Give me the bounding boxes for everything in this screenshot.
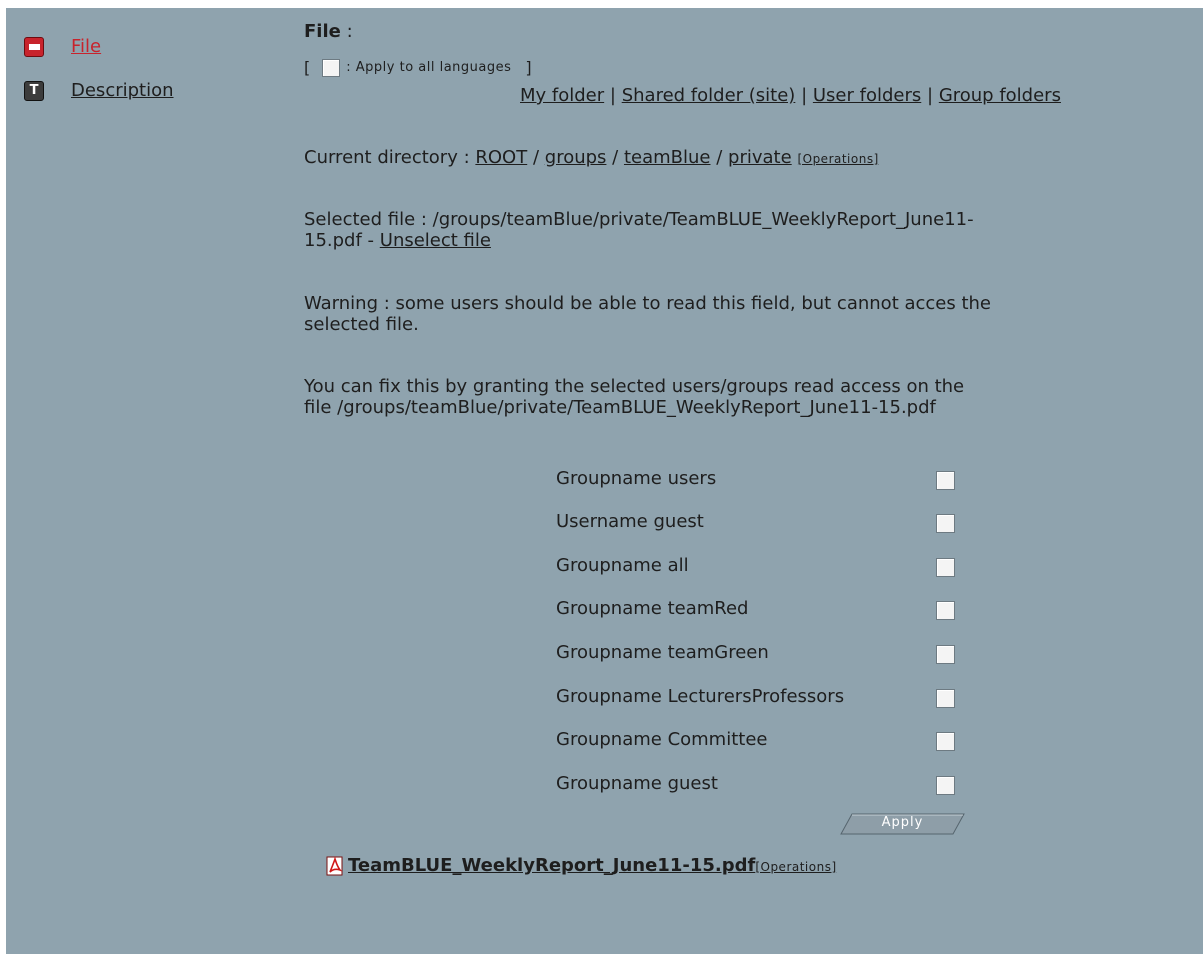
pdf-icon [326, 856, 343, 876]
permission-checkbox[interactable] [936, 776, 955, 795]
apply-all-languages-label: : Apply to all languages [346, 60, 512, 75]
apply-button[interactable]: Apply [840, 813, 965, 835]
permission-checkbox[interactable] [936, 471, 955, 490]
text-field-icon: T [24, 80, 44, 101]
nav-description-link[interactable]: Description [71, 80, 174, 101]
permission-checkbox[interactable] [936, 558, 955, 577]
permission-label: Groupname all [556, 555, 689, 576]
nav-file-link[interactable]: File [71, 36, 101, 57]
breadcrumb-private[interactable]: private [728, 147, 792, 168]
apply-all-languages-checkbox[interactable] [322, 58, 341, 77]
breadcrumb-separator: / [532, 147, 540, 168]
warning-line2: selected file. [304, 314, 419, 335]
current-directory: Current directory : ROOT / groups / team… [304, 147, 879, 170]
breadcrumb-groups[interactable]: groups [545, 147, 607, 168]
permission-checkbox[interactable] [936, 514, 955, 533]
directory-label: Current directory : [304, 147, 470, 168]
breadcrumb-separator: / [612, 147, 619, 168]
selected-file-info: Selected file : /groups/teamBlue/private… [304, 209, 974, 251]
permission-label: Groupname teamGreen [556, 642, 769, 663]
warning-line1: Warning : some users should be able to r… [304, 293, 992, 314]
separator: | [927, 85, 934, 106]
permission-checkbox[interactable] [936, 689, 955, 708]
apply-button-label: Apply [881, 815, 924, 830]
my-folder-link[interactable]: My folder [520, 85, 604, 106]
permission-checkbox[interactable] [936, 601, 955, 620]
nav-item-file[interactable]: File [24, 36, 101, 57]
file-field-icon [24, 36, 44, 57]
fix-message: You can fix this by granting the selecte… [304, 376, 964, 418]
selected-file-line2: 15.pdf - [304, 230, 380, 251]
breadcrumb-separator: / [716, 147, 723, 168]
permission-label: Groupname teamRed [556, 598, 749, 619]
selected-file-line1: Selected file : /groups/teamBlue/private… [304, 209, 974, 230]
permission-checkbox[interactable] [936, 732, 955, 751]
unselect-file-link[interactable]: Unselect file [380, 230, 491, 251]
file-operations-link[interactable]: [Operations] [755, 860, 836, 874]
field-title-text: File [304, 21, 341, 42]
bracket-open: [ [304, 58, 311, 77]
permission-checkbox[interactable] [936, 645, 955, 664]
nav-item-description[interactable]: T Description [24, 80, 174, 101]
fix-line2: file /groups/teamBlue/private/TeamBLUE_W… [304, 397, 936, 418]
breadcrumb-root[interactable]: ROOT [475, 147, 527, 168]
permission-label: Groupname guest [556, 773, 718, 794]
permission-label: Groupname users [556, 468, 717, 489]
breadcrumb-teamblue[interactable]: teamBlue [624, 147, 711, 168]
field-title-colon: : [340, 21, 353, 42]
separator: | [801, 85, 808, 106]
bracket-close: ] [525, 58, 532, 77]
separator: | [609, 85, 616, 106]
shared-folder-link[interactable]: Shared folder (site) [622, 85, 796, 106]
content-frame: File T Description File : [ : Apply to a… [6, 8, 1203, 954]
user-folders-link[interactable]: User folders [813, 85, 921, 106]
permission-label: Groupname Committee [556, 729, 768, 750]
field-title: File : [304, 21, 353, 42]
directory-operations-link[interactable]: [Operations] [797, 152, 878, 166]
fix-line1: You can fix this by granting the selecte… [304, 376, 965, 397]
folder-links: My folder | Shared folder (site) | User … [520, 85, 1061, 106]
permission-label: Username guest [556, 511, 704, 532]
warning-message: Warning : some users should be able to r… [304, 293, 991, 335]
pdf-file-link[interactable]: TeamBLUE_WeeklyReport_June11-15.pdf [348, 855, 755, 876]
apply-all-languages-row: [ : Apply to all languages ] [304, 58, 532, 77]
permission-label: Groupname LecturersProfessors [556, 686, 845, 707]
group-folders-link[interactable]: Group folders [939, 85, 1061, 106]
file-link-row: TeamBLUE_WeeklyReport_June11-15.pdf[Oper… [348, 855, 837, 876]
